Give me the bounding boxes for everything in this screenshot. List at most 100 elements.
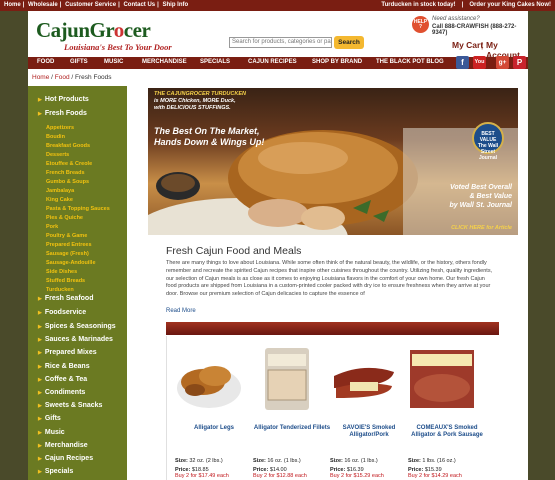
sidebar-item-merchandise[interactable]: ▶ Merchandise — [38, 442, 88, 449]
product-card[interactable]: Alligator Legs Size: 32 oz. (2 lbs.) Pri… — [175, 346, 250, 479]
product-size: Size: 32 oz. (2 lbs.) — [175, 458, 223, 464]
arrow-icon: ▶ — [38, 350, 42, 356]
sidebar-sub-desserts[interactable]: Desserts — [46, 152, 69, 158]
top-link-ship-info[interactable]: Ship Info — [163, 2, 189, 8]
product-name[interactable]: Alligator Legs — [175, 425, 253, 432]
site-header: CajunGrocer Louisiana's Best To Your Doo… — [28, 11, 528, 60]
product-image[interactable] — [175, 346, 243, 412]
sidebar-sub-gumbo[interactable]: Gumbo & Soups — [46, 179, 89, 185]
breadcrumb-food[interactable]: Food — [55, 74, 70, 81]
product-image[interactable] — [408, 346, 476, 412]
sidebar-item-gifts[interactable]: ▶ Gifts — [38, 415, 61, 422]
product-deal: Buy 2 for $17.49 each — [175, 473, 229, 479]
promo-king-cakes[interactable]: Order your King Cakes Now! — [469, 2, 551, 8]
help-icon[interactable]: HELP? — [412, 16, 429, 33]
sidebar-sub-appetizers[interactable]: Appetizers — [46, 125, 74, 131]
arrow-icon: ▶ — [38, 296, 42, 302]
product-name[interactable]: Alligator Tenderized Fillets — [253, 425, 331, 432]
sidebar-item-sweets-snacks[interactable]: ▶ Sweets & Snacks — [38, 402, 102, 409]
product-card[interactable]: COMEAUX'S Smoked Alligator & Pork Sausag… — [408, 346, 483, 479]
search-input[interactable]: Search for products, categories or pa — [229, 37, 332, 48]
pinterest-icon[interactable]: P — [513, 56, 526, 69]
product-name[interactable]: SAVOIE'S Smoked Alligator/Pork — [330, 425, 408, 439]
youtube-icon[interactable]: You — [473, 56, 486, 69]
arrow-icon: ▶ — [38, 310, 42, 316]
top-link-wholesale[interactable]: Wholesale — [28, 2, 58, 8]
product-name[interactable]: COMEAUX'S Smoked Alligator & Pork Sausag… — [408, 425, 486, 439]
nav-specials[interactable]: SPECIALS — [200, 59, 230, 65]
read-more-link[interactable]: Read More — [166, 308, 196, 314]
sidebar-sub-jambalaya[interactable]: Jambalaya — [46, 188, 74, 194]
sidebar-item-music[interactable]: ▶ Music — [38, 429, 65, 436]
top-link-customer-service[interactable]: Customer Service — [65, 2, 116, 8]
sidebar-sub-pies-quiche[interactable]: Pies & Quiche — [46, 215, 83, 221]
product-card[interactable]: Alligator Tenderized Fillets Size: 16 oz… — [253, 346, 330, 479]
sidebar-sub-king-cake[interactable]: King Cake — [46, 197, 73, 203]
breadcrumb-home[interactable]: Home — [32, 74, 49, 81]
sidebar-item-cajun-recipes[interactable]: ▶ Cajun Recipes — [38, 455, 93, 462]
nav-cajun-recipes[interactable]: CAJUN RECIPES — [248, 59, 297, 65]
nav-gifts[interactable]: GIFTS — [70, 59, 88, 65]
breadcrumb: Home / Food / Fresh Foods — [28, 69, 528, 86]
arrow-icon: ▶ — [38, 97, 42, 103]
sidebar-item-spices[interactable]: ▶ Spices & Seasonings — [38, 323, 116, 330]
hero-promo-text: THE CAJUNGROCER TURDUCKEN is MORE Chicke… — [154, 91, 246, 111]
turducken-hero-banner[interactable]: THE CAJUNGROCER TURDUCKEN is MORE Chicke… — [148, 88, 518, 235]
nav-food[interactable]: FOOD — [37, 59, 54, 65]
product-size: Size: 16 oz. (1 lbs.) — [330, 458, 378, 464]
sidebar-sub-sausage-fresh[interactable]: Sausage (Fresh) — [46, 251, 89, 257]
sidebar-item-foodservice[interactable]: ▶ Foodservice — [38, 309, 86, 316]
arrow-icon: ▶ — [38, 364, 42, 370]
nav-black-pot-blog[interactable]: THE BLACK POT BLOG — [376, 59, 444, 65]
site-logo[interactable]: CajunGrocer — [36, 18, 151, 43]
hero-voted-text: Voted Best Overall & Best Value by Wall … — [449, 184, 513, 209]
arrow-icon: ▶ — [38, 443, 42, 449]
google-plus-icon[interactable]: g+ — [496, 56, 509, 69]
sidebar-sub-side-dishes[interactable]: Side Dishes — [46, 269, 77, 275]
sidebar-item-fresh-seafood[interactable]: ▶ Fresh Seafood — [38, 295, 93, 302]
site-tagline: Louisiana's Best To Your Door — [64, 42, 172, 52]
sidebar-sub-boudin[interactable]: Boudin — [46, 134, 65, 140]
top-link-home[interactable]: Home — [4, 2, 21, 8]
sidebar-item-fresh-foods[interactable]: ▶ Fresh Foods — [38, 110, 87, 117]
product-size: Size: 1 lbs. (16 oz.) — [408, 458, 456, 464]
sidebar-sub-turducken[interactable]: Turducken — [46, 287, 74, 293]
phone-number: Call 888-CRAWFISH (888-272-9347) — [432, 24, 517, 36]
sidebar-sub-stuffed-breads[interactable]: Stuffed Breads — [46, 278, 85, 284]
product-grid: Alligator Legs Size: 32 oz. (2 lbs.) Pri… — [166, 336, 499, 480]
sidebar-item-rice-beans[interactable]: ▶ Rice & Beans — [38, 363, 90, 370]
sidebar-sub-pasta-sauces[interactable]: Pasta & Topping Sauces — [46, 206, 110, 212]
sidebar-sub-french-breads[interactable]: French Breads — [46, 170, 85, 176]
sidebar-sub-breakfast-goods[interactable]: Breakfast Goods — [46, 143, 90, 149]
product-image[interactable] — [330, 346, 398, 412]
product-image[interactable] — [253, 346, 321, 412]
hero-article-link[interactable]: CLICK HERE for Article — [451, 225, 512, 231]
nav-merchandise[interactable]: MERCHANDISE — [142, 59, 187, 65]
sidebar-item-coffee-tea[interactable]: ▶ Coffee & Tea — [38, 376, 87, 383]
intro-paragraph: There are many things to love about Loui… — [166, 260, 493, 298]
facebook-icon[interactable]: f — [456, 56, 469, 69]
promo-turducken[interactable]: Turducken in stock today! — [381, 2, 455, 8]
search-button[interactable]: Search — [334, 36, 364, 49]
product-size: Size: 16 oz. (1 lbs.) — [253, 458, 301, 464]
sidebar-sub-pork[interactable]: Pork — [46, 224, 58, 230]
my-cart-link[interactable]: My Cart — [452, 40, 483, 50]
arrow-icon: ▶ — [38, 111, 42, 117]
sidebar-item-hot-products[interactable]: ▶ Hot Products — [38, 96, 89, 103]
sidebar-item-condiments[interactable]: ▶ Condiments — [38, 389, 85, 396]
sidebar-sub-sausage-andouille[interactable]: Sausage-Andouille — [46, 260, 96, 266]
top-link-contact-us[interactable]: Contact Us — [123, 2, 155, 8]
product-card[interactable]: SAVOIE'S Smoked Alligator/Pork Size: 16 … — [330, 346, 405, 479]
category-sidebar: ▶ Hot Products ▶ Fresh Foods Appetizers Bo… — [28, 86, 127, 480]
sidebar-sub-etouffee[interactable]: Etouffee & Creole — [46, 161, 92, 167]
sidebar-sub-poultry-game[interactable]: Poultry & Game — [46, 233, 87, 239]
sidebar-item-sauces[interactable]: ▶ Sauces & Marinades — [38, 336, 113, 343]
sidebar-item-specials[interactable]: ▶ Specials — [38, 468, 73, 475]
arrow-icon: ▶ — [38, 337, 42, 343]
sidebar-item-prepared-mixes[interactable]: ▶ Prepared Mixes — [38, 349, 97, 356]
nav-music[interactable]: MUSIC — [104, 59, 123, 65]
main-nav: FOOD GIFTS MUSIC MERCHANDISE SPECIALS CA… — [28, 57, 528, 69]
nav-shop-by-brand[interactable]: SHOP BY BRAND — [312, 59, 362, 65]
top-utility-bar: Home | Wholesale | Customer Service | Conta… — [0, 0, 555, 11]
sidebar-sub-prepared-entrees[interactable]: Prepared Entrees — [46, 242, 92, 248]
